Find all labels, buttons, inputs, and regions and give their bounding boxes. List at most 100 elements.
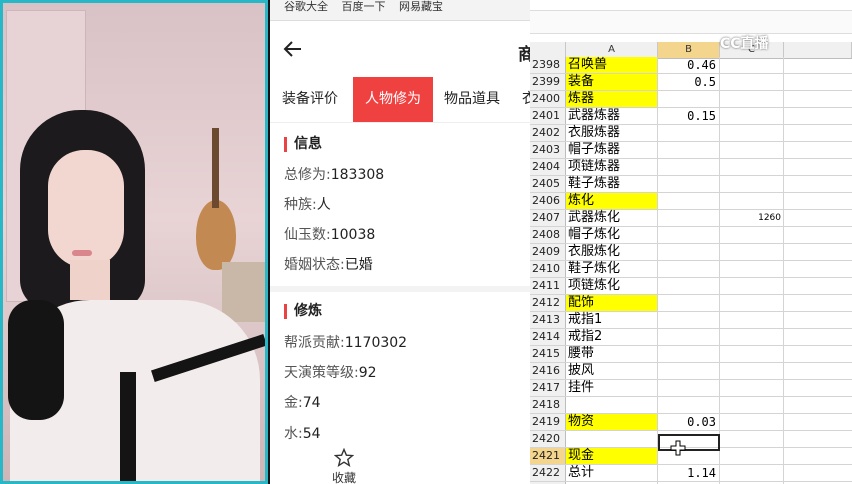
cell-c[interactable] [720,431,784,447]
cell-d[interactable] [784,397,852,413]
bookmark-item[interactable]: 网易藏宝 [399,1,443,13]
cell-a[interactable]: 项链炼化 [566,278,658,294]
row-number[interactable]: 2411 [530,278,566,294]
cell-d[interactable] [784,108,852,124]
row-number[interactable]: 2418 [530,397,566,413]
cell-d[interactable] [784,210,852,226]
tab-equipment-rating[interactable]: 装备评价 [282,77,338,122]
cell-d[interactable] [784,227,852,243]
cell-d[interactable] [784,193,852,209]
row-number[interactable]: 2416 [530,363,566,379]
cell-d[interactable] [784,125,852,141]
cell-a[interactable]: 披风 [566,363,658,379]
cell-d[interactable] [784,380,852,396]
cell-b[interactable]: 0.15 [658,108,720,124]
row-number[interactable]: 2409 [530,244,566,260]
cell-c[interactable] [720,346,784,362]
cell-d[interactable] [784,465,852,481]
cell-d[interactable] [784,346,852,362]
tab-character-cultivation[interactable]: 人物修为 [353,77,433,122]
cell-b[interactable] [658,312,720,328]
cell-b[interactable] [658,176,720,192]
cell-d[interactable] [784,159,852,175]
cell-c[interactable] [720,312,784,328]
cell-b[interactable] [658,91,720,107]
row-number[interactable]: 2422 [530,465,566,481]
cell-c[interactable] [720,74,784,90]
cell-b[interactable]: 0.46 [658,57,720,73]
cell-d[interactable] [784,363,852,379]
cell-a[interactable]: 衣服炼化 [566,244,658,260]
cell-c[interactable] [720,193,784,209]
cell-a[interactable]: 鞋子炼器 [566,176,658,192]
row-number[interactable]: 2402 [530,125,566,141]
cell-c[interactable] [720,244,784,260]
cell-b[interactable] [658,397,720,413]
cell-a[interactable]: 炼器 [566,91,658,107]
cell-c[interactable] [720,295,784,311]
tab-items[interactable]: 物品道具 [444,77,500,122]
cell-b[interactable] [658,278,720,294]
cell-c[interactable] [720,176,784,192]
row-number[interactable]: 2400 [530,91,566,107]
row-number[interactable]: 2421 [530,448,566,464]
cell-a[interactable] [566,431,658,447]
cell-c[interactable] [720,159,784,175]
formula-bar[interactable] [530,10,852,34]
bookmark-item[interactable]: 谷歌大全 [284,1,328,13]
cell-c[interactable] [720,414,784,430]
cell-d[interactable] [784,261,852,277]
active-cell-cursor[interactable] [658,434,720,456]
cell-d[interactable] [784,329,852,345]
cell-b[interactable] [658,329,720,345]
row-number[interactable]: 2414 [530,329,566,345]
cell-b[interactable]: 0.03 [658,414,720,430]
column-header-a[interactable]: A [566,42,658,58]
row-number[interactable]: 2403 [530,142,566,158]
cell-b[interactable] [658,244,720,260]
cell-b[interactable] [658,363,720,379]
cell-c[interactable] [720,397,784,413]
back-button[interactable] [282,38,306,62]
row-number[interactable]: 2412 [530,295,566,311]
row-number[interactable]: 2417 [530,380,566,396]
cell-d[interactable] [784,244,852,260]
cell-a[interactable]: 戒指2 [566,329,658,345]
row-number[interactable]: 2398 [530,57,566,73]
cell-d[interactable] [784,312,852,328]
cell-d[interactable] [784,448,852,464]
cell-b[interactable] [658,142,720,158]
row-number[interactable]: 2399 [530,74,566,90]
cell-d[interactable] [784,57,852,73]
cell-c[interactable] [720,278,784,294]
row-number[interactable]: 2406 [530,193,566,209]
column-header-b[interactable]: B [658,42,720,58]
cell-a[interactable]: 物资 [566,414,658,430]
cell-c[interactable] [720,380,784,396]
row-number[interactable]: 2420 [530,431,566,447]
cell-d[interactable] [784,295,852,311]
cell-a[interactable]: 炼化 [566,193,658,209]
cell-c[interactable] [720,261,784,277]
cell-c[interactable] [720,108,784,124]
cell-a[interactable]: 帽子炼化 [566,227,658,243]
cell-a[interactable]: 项链炼器 [566,159,658,175]
cell-b[interactable] [658,210,720,226]
row-number[interactable]: 2408 [530,227,566,243]
cell-d[interactable] [784,176,852,192]
cell-d[interactable] [784,278,852,294]
row-number[interactable]: 2415 [530,346,566,362]
cell-d[interactable] [784,74,852,90]
cell-a[interactable]: 帽子炼器 [566,142,658,158]
cell-b[interactable]: 1.14 [658,465,720,481]
cell-d[interactable] [784,414,852,430]
corner-select-all[interactable] [530,42,566,58]
cell-c[interactable] [720,329,784,345]
cell-a[interactable]: 腰带 [566,346,658,362]
cell-d[interactable] [784,142,852,158]
cell-b[interactable] [658,295,720,311]
row-number[interactable]: 2413 [530,312,566,328]
cell-c[interactable] [720,227,784,243]
bookmark-item[interactable]: 百度一下 [342,1,386,13]
cell-b[interactable] [658,125,720,141]
